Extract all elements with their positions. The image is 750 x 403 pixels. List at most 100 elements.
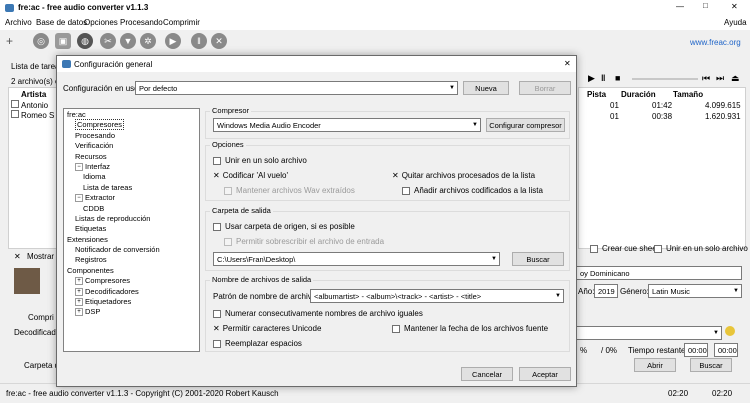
menu-ayuda[interactable]: Ayuda	[724, 18, 747, 27]
dialog-close-button[interactable]: ✕	[564, 59, 571, 68]
opt-remove-processed[interactable]: ✕ Quitar archivos procesados de la lista	[392, 171, 535, 180]
menu-procesando[interactable]: Procesando	[120, 18, 163, 27]
opt-single-file[interactable]: Unir en un solo archivo	[213, 156, 307, 165]
pattern-select[interactable]: <albumartist> - <album>\<track> - <artis…	[310, 289, 564, 303]
maximize-button[interactable]: □	[703, 1, 708, 10]
play-icon[interactable]: ▶	[165, 33, 181, 49]
close-button[interactable]: ✕	[731, 2, 738, 11]
tree-expander-icon[interactable]: +	[75, 287, 83, 296]
pause-control-icon[interactable]: ‖	[601, 73, 605, 83]
stop-control-icon[interactable]: ■	[615, 73, 620, 83]
tree-item[interactable]: Registros	[64, 255, 199, 265]
opt-number-same[interactable]: Numerar consecutivamente nombres de arch…	[213, 309, 423, 318]
freac-link[interactable]: www.freac.org	[690, 38, 741, 47]
genre-select[interactable]: Latin Music ▼	[648, 284, 742, 298]
globe-icon[interactable]: ◍	[77, 33, 93, 49]
tree-item[interactable]: + Decodificadores	[64, 287, 199, 297]
settings-icon[interactable]: ✲	[140, 33, 156, 49]
browse-button[interactable]: Buscar	[512, 252, 564, 266]
tree-item-label: Interfaz	[85, 161, 111, 171]
tree-item-label: Extractor	[85, 193, 116, 203]
add-icon[interactable]: +	[6, 34, 13, 48]
settings-tree[interactable]: fre:ac Compresores Procesando Verificación R…	[63, 108, 200, 352]
joblist-row-checkbox[interactable]	[11, 110, 19, 118]
opt-keep-wav-label: Mantener archivos Wav extraídos	[236, 186, 355, 195]
tree-item[interactable]: + Compresores	[64, 276, 199, 286]
configure-compressor-button[interactable]: Configurar compresor	[486, 118, 565, 132]
tree-expander-icon[interactable]: +	[75, 308, 83, 317]
info-icon[interactable]	[725, 326, 735, 336]
tree-item[interactable]: Idioma	[64, 172, 199, 182]
tree-expander-icon[interactable]: −	[75, 162, 83, 171]
eject-icon[interactable]: ⏏	[731, 73, 740, 84]
tree-item[interactable]: − Interfaz	[64, 162, 199, 172]
tree-item[interactable]: + DSP	[64, 307, 199, 317]
new-config-button[interactable]: Nueva	[463, 81, 509, 95]
tree-item-label: DSP	[85, 307, 101, 317]
album-cover	[14, 268, 40, 294]
seek-slider[interactable]	[632, 78, 698, 80]
tree-item[interactable]: Recursos	[64, 152, 199, 162]
album-field[interactable]: oy Dominicano	[576, 266, 742, 280]
opt-add-encoded[interactable]: Añadir archivos codificados a la lista	[402, 186, 543, 195]
tree-item[interactable]: + Etiquetadores	[64, 297, 199, 307]
play-control-icon[interactable]: ▶	[588, 73, 595, 84]
status-time-2: 02:20	[712, 389, 733, 398]
filter-icon[interactable]: ▼	[120, 33, 136, 49]
opt-replace-spaces[interactable]: Reemplazar espacios	[213, 339, 302, 348]
next-track-icon[interactable]: ⏭	[716, 73, 724, 84]
menu-opciones[interactable]: Opciones	[84, 18, 118, 27]
search-button[interactable]: Buscar	[690, 358, 732, 372]
compressor-select[interactable]: Windows Media Audio Encoder ▼	[213, 118, 481, 132]
joblist-row-artist[interactable]: Antonio	[21, 101, 48, 110]
joblist-row-artist[interactable]: Romeo S	[21, 111, 54, 120]
opt-allow-overwrite[interactable]: Permitir sobrescribir el archivo de entr…	[224, 237, 384, 246]
cue-sheet-toggle[interactable]: Crear cue sheet	[590, 244, 659, 253]
opt-keep-wav[interactable]: Mantener archivos Wav extraídos	[224, 186, 355, 195]
pause-icon[interactable]: ‖	[191, 33, 207, 49]
tree-item[interactable]: Compresores	[64, 119, 199, 131]
tree-expander-icon[interactable]: +	[75, 277, 83, 286]
menu-comprimir[interactable]: Comprimir	[163, 18, 200, 27]
year-field[interactable]: 2019	[594, 284, 618, 298]
open-button[interactable]: Abrir	[634, 358, 676, 372]
main-title: fre:ac - free audio converter v1.1.3	[18, 3, 149, 12]
minimize-button[interactable]: —	[676, 2, 684, 11]
accept-button[interactable]: Aceptar	[519, 367, 571, 381]
joblist-row-checkbox[interactable]	[11, 100, 19, 108]
tree-item[interactable]: − Extractor	[64, 193, 199, 203]
tools-icon[interactable]: ✂	[100, 33, 116, 49]
output-folder-group: Carpeta de salida Usar carpeta de origen…	[205, 206, 570, 271]
tree-item[interactable]: Listas de reproducción	[64, 214, 199, 224]
opt-on-the-fly[interactable]: ✕ Codificar 'Al vuelo'	[213, 171, 288, 180]
tree-item[interactable]: Procesando	[64, 131, 199, 141]
opt-use-source[interactable]: Usar carpeta de origen, si es posible	[213, 222, 355, 231]
tree-expander-icon[interactable]: +	[75, 298, 83, 307]
prev-track-icon[interactable]: ⏮	[702, 73, 710, 84]
cd-icon[interactable]: ◎	[33, 33, 49, 49]
tree-item-label: Recursos	[75, 151, 107, 161]
stop-icon[interactable]: ✕	[211, 33, 227, 49]
decoder-select[interactable]: ▼	[576, 326, 722, 340]
tree-expander-icon[interactable]: −	[75, 194, 83, 203]
menu-base-de-datos[interactable]: Base de datos	[36, 18, 87, 27]
tree-item[interactable]: Notificador de conversión	[64, 245, 199, 255]
tree-item[interactable]: Extensiones	[64, 235, 199, 245]
config-select[interactable]: Por defecto ▼	[135, 81, 458, 95]
opt-keep-date[interactable]: Mantener la fecha de los archivos fuente	[392, 324, 548, 333]
cancel-button[interactable]: Cancelar	[461, 367, 513, 381]
tree-item[interactable]: CDDB	[64, 204, 199, 214]
lock-icon[interactable]: ▣	[55, 33, 71, 49]
dialog-app-icon	[62, 60, 71, 68]
menu-archivo[interactable]: Archivo	[5, 18, 32, 27]
tree-item[interactable]: Etiquetas	[64, 224, 199, 234]
tree-item[interactable]: Verificación	[64, 141, 199, 151]
single-file-toggle[interactable]: Unir en un solo archivo	[654, 244, 748, 253]
tree-item[interactable]: Lista de tareas	[64, 183, 199, 193]
delete-config-button[interactable]: Borrar	[519, 81, 571, 95]
show-info-toggle[interactable]: ✕ Mostrar ir	[14, 252, 61, 261]
tree-item-label: Procesando	[75, 130, 116, 140]
opt-unicode[interactable]: ✕ Permitir caracteres Unicode	[213, 324, 321, 333]
output-path-field[interactable]: C:\Users\Fran\Desktop\ ▼	[213, 252, 500, 266]
tree-item[interactable]: Componentes	[64, 266, 199, 276]
